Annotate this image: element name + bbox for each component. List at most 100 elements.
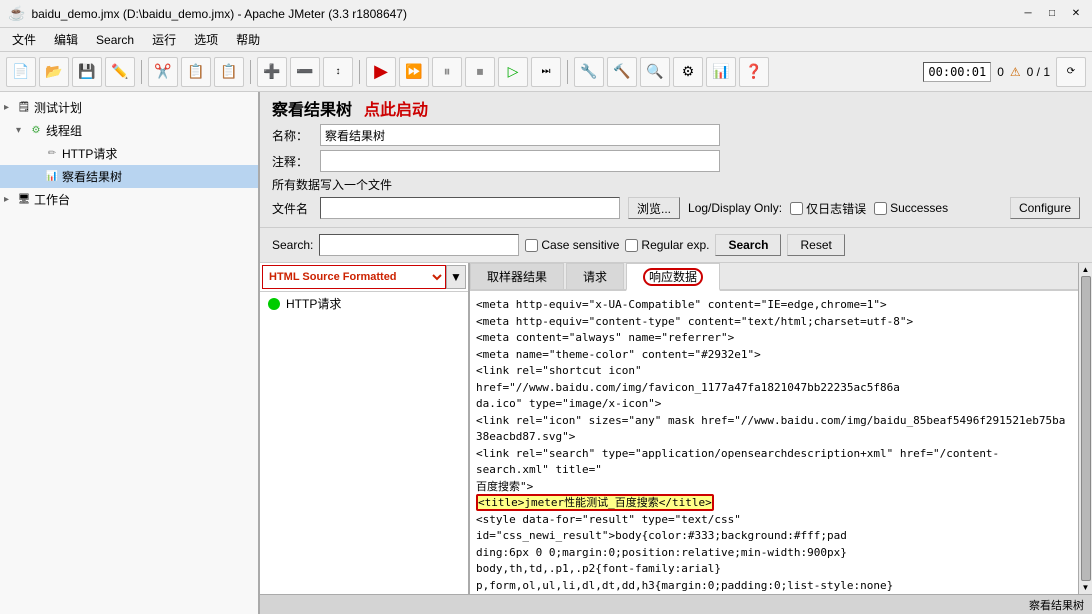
add-button[interactable]: ➕ — [257, 57, 287, 87]
write-to-file-label: 所有数据写入一个文件 — [272, 176, 1080, 193]
success-checkbox-label[interactable]: Successes — [874, 201, 948, 215]
menu-run[interactable]: 运行 — [144, 29, 184, 50]
search-button[interactable]: Search — [715, 234, 781, 256]
expand-icon[interactable]: ▸ — [4, 102, 16, 113]
format-dropdown-row: HTML Source Formatted ▼ — [260, 263, 468, 292]
case-sensitive-checkbox[interactable] — [525, 239, 538, 252]
filename-input[interactable] — [320, 197, 620, 219]
pause-button[interactable]: ⏸ — [432, 57, 462, 87]
format-select[interactable]: HTML Source Formatted — [262, 265, 446, 289]
content-line-10: <title>jmeter性能测试_百度搜索</title> — [476, 495, 1072, 512]
tree-result-panel: HTML Source Formatted ▼ HTTP请求 — [260, 263, 470, 594]
vertical-scrollbar[interactable]: ▲ ▼ — [1078, 263, 1092, 594]
content-line-8: <link rel="search" type="application/ope… — [476, 446, 1072, 479]
panel-title: 察看结果树 — [272, 96, 352, 120]
status-dot-green — [268, 298, 280, 310]
maximize-button[interactable]: □ — [1044, 6, 1060, 22]
tab-sampler-result[interactable]: 取样器结果 — [470, 263, 564, 289]
error-log-checkbox-label[interactable]: 仅日志错误 — [790, 200, 866, 217]
new-button[interactable]: 📄 — [6, 57, 36, 87]
templates-button[interactable]: 🔨 — [607, 57, 637, 87]
search-input[interactable] — [319, 234, 519, 256]
tab-response-data[interactable]: 响应数据 — [626, 263, 720, 291]
configure-button[interactable]: Configure — [1010, 197, 1080, 219]
result-item-http[interactable]: HTTP请求 — [260, 292, 468, 315]
revert-button[interactable]: ✏️ — [105, 57, 135, 87]
menu-options[interactable]: 选项 — [186, 29, 226, 50]
app-icon: ☕ — [8, 5, 25, 22]
page-count: 0 / 1 — [1027, 65, 1050, 79]
move-button[interactable]: ↕ — [323, 57, 353, 87]
tree-label-http: HTTP请求 — [62, 145, 117, 162]
menu-file[interactable]: 文件 — [4, 29, 44, 50]
close-button[interactable]: ✕ — [1068, 6, 1084, 22]
log-viewer-button[interactable]: 📊 — [706, 57, 736, 87]
expand-wb[interactable]: ▸ — [4, 194, 16, 205]
expand-icon-tg[interactable]: ▾ — [16, 125, 28, 136]
start-hint: 点此启动 — [364, 96, 428, 120]
browse-button[interactable]: 浏览... — [628, 197, 680, 219]
search-row: Search: Case sensitive Regular exp. Sear… — [260, 228, 1092, 263]
content-line-12: ding:6px 0 0;margin:0;position:relative;… — [476, 545, 1072, 562]
error-log-checkbox[interactable] — [790, 202, 803, 215]
content-line-4: <link rel="shortcut icon" href="//www.ba… — [476, 363, 1072, 396]
tree-label-test-plan: 测试计划 — [34, 99, 82, 116]
start-no-pause-button[interactable]: ⏩ — [399, 57, 429, 87]
settings-button[interactable]: ⚙ — [673, 57, 703, 87]
content-area[interactable]: <meta http-equiv="x-UA-Compatible" conte… — [470, 291, 1078, 594]
tree-item-thread-group[interactable]: ▾ ⚙ 线程组 — [0, 119, 258, 142]
scroll-thumb[interactable] — [1081, 276, 1091, 581]
cut-button[interactable]: ✂️ — [148, 57, 178, 87]
success-checkbox[interactable] — [874, 202, 887, 215]
regex-checkbox[interactable] — [625, 239, 638, 252]
elapsed-time: 00:00:01 — [923, 62, 991, 82]
tree-label-workbench: 工作台 — [34, 191, 70, 208]
copy-button[interactable]: 📋 — [181, 57, 211, 87]
run-from-button[interactable]: ▷ — [498, 57, 528, 87]
tree-item-http-request[interactable]: ✏ HTTP请求 — [0, 142, 258, 165]
tree-item-workbench[interactable]: ▸ 🖥 工作台 — [0, 188, 258, 211]
result-tree-icon: 📊 — [44, 169, 60, 185]
result-item-label: HTTP请求 — [286, 295, 341, 312]
save-button[interactable]: 💾 — [72, 57, 102, 87]
minimize-button[interactable]: ─ — [1020, 6, 1036, 22]
scroll-down[interactable]: ▼ — [1082, 583, 1090, 592]
menu-search[interactable]: Search — [88, 31, 142, 49]
case-sensitive-label[interactable]: Case sensitive — [525, 238, 619, 252]
search-btn-toolbar[interactable]: 🔍 — [640, 57, 670, 87]
tree-item-test-plan[interactable]: ▸ 🗒 测试计划 — [0, 96, 258, 119]
regex-label[interactable]: Regular exp. — [625, 238, 709, 252]
content-line-9: 百度搜索"> — [476, 479, 1072, 496]
dropdown-arrow[interactable]: ▼ — [446, 265, 466, 289]
open-button[interactable]: 📂 — [39, 57, 69, 87]
menu-edit[interactable]: 编辑 — [46, 29, 86, 50]
thread-group-icon: ⚙ — [28, 123, 44, 139]
stop-button[interactable]: ⏹ — [465, 57, 495, 87]
menu-help[interactable]: 帮助 — [228, 29, 268, 50]
name-label: 名称： — [272, 127, 312, 144]
scroll-button[interactable]: ⟳ — [1056, 57, 1086, 87]
scroll-up[interactable]: ▲ — [1082, 265, 1090, 274]
comment-input[interactable] — [320, 150, 720, 172]
tree-label-thread-group: 线程组 — [46, 122, 82, 139]
tree-item-result-tree[interactable]: 📊 察看结果树 — [0, 165, 258, 188]
content-line-1: <meta http-equiv="content-type" content=… — [476, 314, 1072, 331]
help-button[interactable]: ❓ — [739, 57, 769, 87]
function-helper-button[interactable]: 🔧 — [574, 57, 604, 87]
reset-button[interactable]: Reset — [787, 234, 844, 256]
status-bar: 察看结果树 — [260, 594, 1092, 614]
start-button[interactable]: ▶ — [366, 57, 396, 87]
menu-bar: 文件 编辑 Search 运行 选项 帮助 — [0, 28, 1092, 52]
remove-button[interactable]: ➖ — [290, 57, 320, 87]
tab-request[interactable]: 请求 — [566, 263, 624, 289]
toolbar-right: 00:00:01 0 ⚠ 0 / 1 ⟳ — [923, 57, 1086, 87]
content-line-14: p,form,ol,ul,li,dl,dt,dd,h3{margin:0;pad… — [476, 578, 1072, 595]
error-count-display: 0 — [997, 65, 1004, 79]
paste-button[interactable]: 📋 — [214, 57, 244, 87]
separator-2 — [250, 60, 251, 84]
clear-button[interactable]: ⏭ — [531, 57, 561, 87]
content-line-6: <link rel="icon" sizes="any" mask href="… — [476, 413, 1072, 430]
name-input[interactable] — [320, 124, 720, 146]
bottom-panel: HTML Source Formatted ▼ HTTP请求 取样器结果 请求 … — [260, 263, 1092, 594]
http-request-icon: ✏ — [44, 146, 60, 162]
